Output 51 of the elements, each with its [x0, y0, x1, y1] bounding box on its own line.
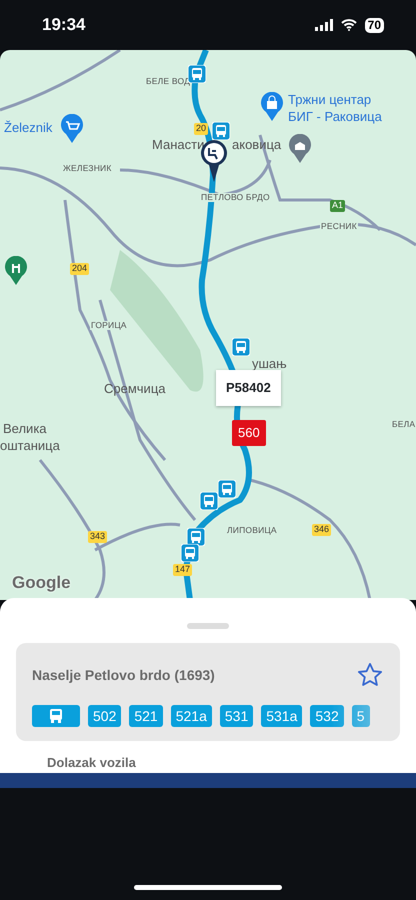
wifi-icon — [340, 19, 357, 31]
vehicle-line-badge[interactable]: 560 — [232, 420, 266, 446]
route-chip[interactable]: 5 — [352, 705, 370, 727]
district-label: РЕСНИК — [320, 222, 358, 232]
poi-label: БИГ - Раковица — [288, 110, 382, 124]
route-chip[interactable]: 502 — [88, 705, 122, 727]
district-label: ЛИПОВИЦА — [226, 526, 278, 536]
place-label: Сремчица — [104, 382, 166, 396]
bus-icon[interactable] — [212, 122, 230, 140]
district-label: ПЕТЛОВО БРДО — [200, 193, 271, 202]
shopping-cart-pin-icon — [60, 114, 84, 144]
district-label: БЕЛА — [391, 420, 416, 430]
place-label: ушањ — [252, 357, 287, 372]
bus-icon[interactable] — [218, 480, 236, 498]
signal-icon — [314, 19, 333, 31]
route-chip[interactable]: 532 — [310, 705, 344, 727]
bus-icon[interactable] — [188, 65, 206, 83]
shopping-bag-pin-icon — [260, 92, 284, 122]
poi-label: Železnik — [4, 121, 52, 136]
battery-indicator: 70 — [364, 18, 384, 32]
place-label: Манасти — [152, 138, 204, 152]
place-label: оштаница — [0, 439, 60, 454]
road-number-shield: 147 — [173, 564, 192, 576]
route-chip[interactable]: 521 — [129, 705, 163, 727]
road-number-shield: 346 — [312, 524, 332, 536]
map-attribution: Google — [12, 572, 71, 594]
road-number-shield: 343 — [88, 531, 108, 543]
route-chip[interactable]: 531a — [261, 705, 302, 727]
stop-name: Naselje Petlovo brdo (1693) — [32, 666, 215, 685]
vehicle-callout: P58402 — [216, 370, 281, 406]
route-chip[interactable]: 531 — [220, 705, 254, 727]
stop-card[interactable]: Naselje Petlovo brdo (1693) 502 521 521a 531 531a 532 5 — [16, 643, 400, 741]
road-number-shield: A1 — [330, 200, 346, 212]
bus-mode-chip[interactable] — [32, 705, 80, 727]
poi-label: Тржни центар — [288, 93, 372, 108]
drag-handle[interactable] — [187, 623, 229, 629]
district-label: ЖЕЛЕЗНИК — [62, 164, 113, 174]
clock: 19:34 — [42, 14, 86, 36]
bus-icon[interactable] — [200, 492, 218, 510]
district-label: ГОРИЦА — [90, 321, 128, 330]
bus-icon[interactable] — [232, 338, 250, 356]
favorite-star-icon[interactable] — [356, 661, 384, 689]
route-chip[interactable]: 521a — [170, 705, 212, 727]
section-title: Dolazak vozila — [47, 754, 137, 772]
bus-icon[interactable] — [181, 544, 199, 562]
place-label: аковица — [232, 138, 282, 152]
place-label: Велика — [3, 422, 47, 436]
bus-icon — [48, 708, 64, 724]
bus-icon[interactable] — [187, 528, 205, 546]
road-number-shield: 20 — [194, 123, 208, 135]
road-number-shield: 204 — [70, 263, 90, 275]
